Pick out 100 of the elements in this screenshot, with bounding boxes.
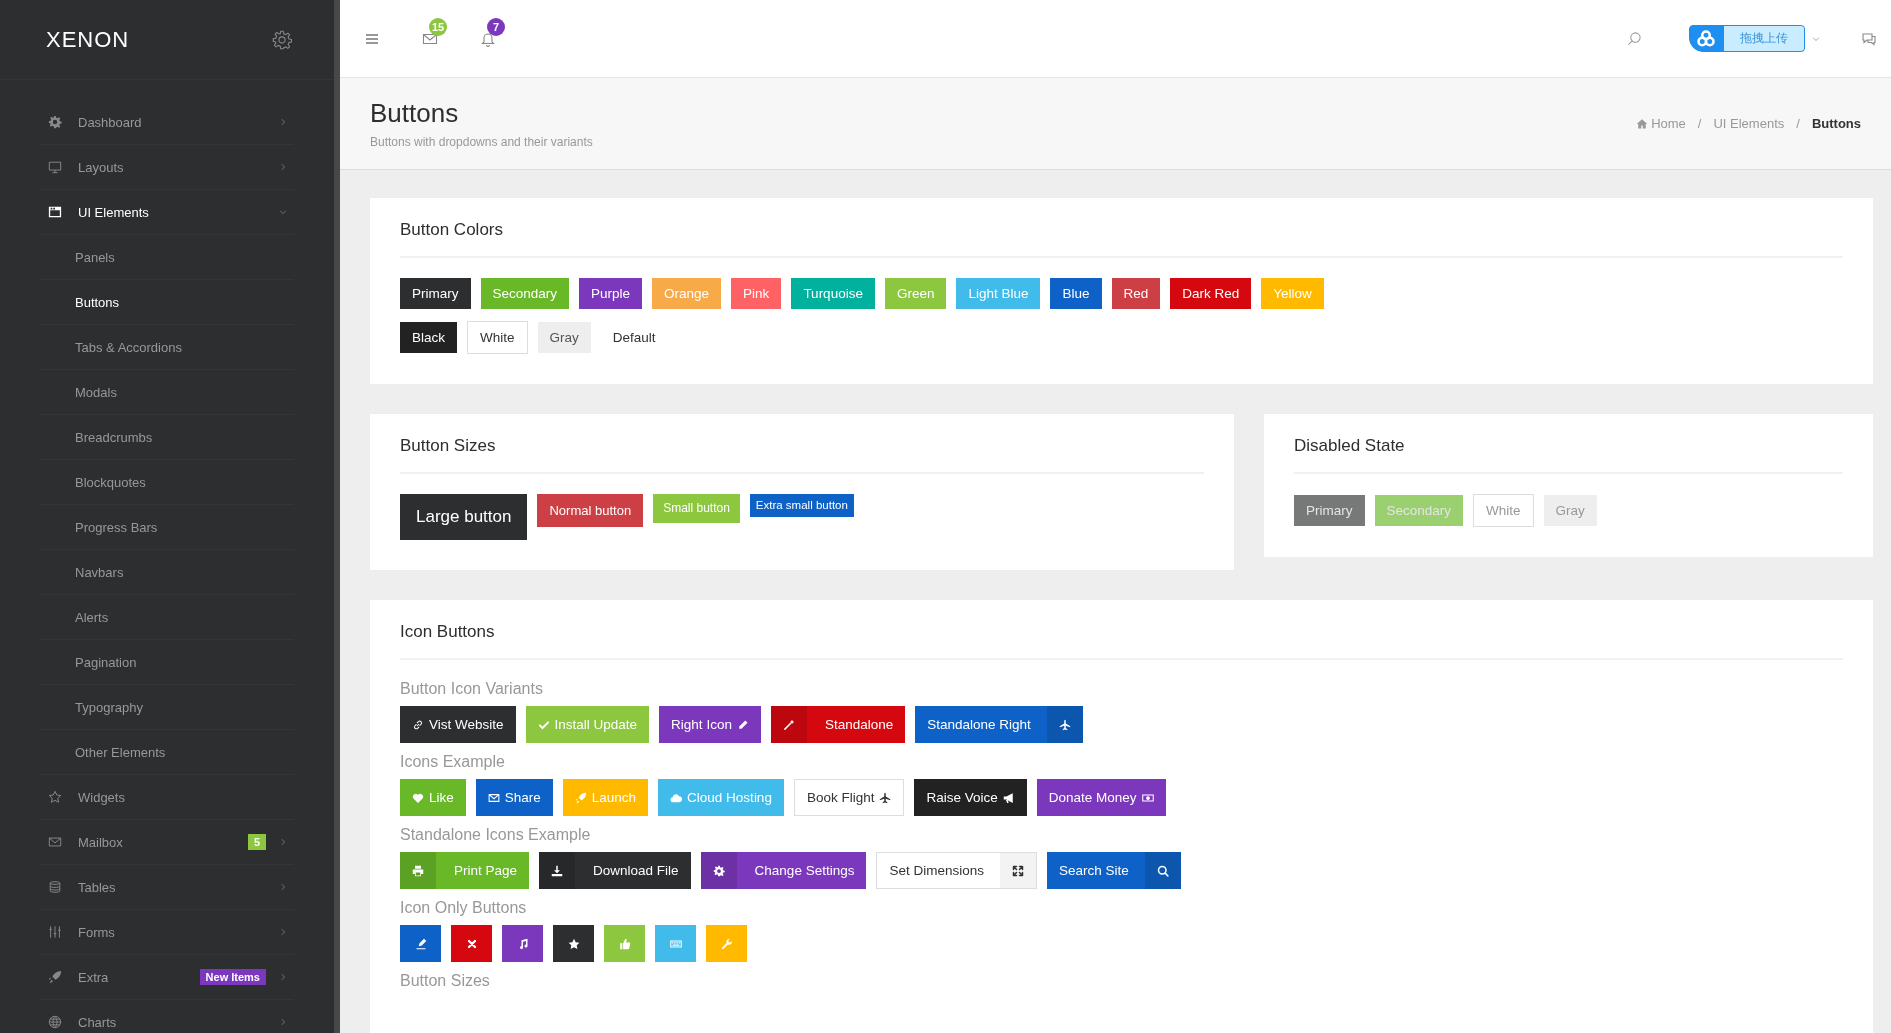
bell-icon[interactable] bbox=[480, 30, 496, 47]
color-button[interactable]: Secondary bbox=[480, 278, 570, 309]
sidebar-item[interactable]: UI Elements bbox=[40, 190, 294, 235]
breadcrumb-separator: / bbox=[1796, 116, 1800, 131]
chevron-icon bbox=[278, 837, 288, 847]
pen-button[interactable] bbox=[400, 925, 441, 962]
panel-title: Button Sizes bbox=[400, 436, 1204, 474]
chevron-icon bbox=[278, 162, 288, 172]
color-button[interactable]: Dark Red bbox=[1170, 278, 1252, 309]
star-icon bbox=[567, 937, 580, 950]
group-heading: Icon Only Buttons bbox=[400, 899, 528, 917]
monitor-icon bbox=[48, 160, 62, 174]
search-icon[interactable] bbox=[1627, 31, 1642, 46]
group-heading: Button Icon Variants bbox=[400, 680, 544, 698]
color-button[interactable]: Primary bbox=[400, 278, 471, 309]
download-icon bbox=[551, 864, 564, 877]
rocket-icon bbox=[574, 791, 587, 804]
chevron-icon bbox=[278, 1017, 288, 1027]
upload-button[interactable]: 拖拽上传 bbox=[1689, 25, 1805, 52]
icon-button[interactable]: Print Page bbox=[400, 852, 530, 889]
sidebar-item[interactable]: Tables bbox=[40, 865, 294, 910]
color-button[interactable]: Pink bbox=[731, 278, 782, 309]
notification-badge: 7 bbox=[487, 17, 505, 36]
chevron-icon bbox=[278, 882, 288, 892]
expand-icon bbox=[1011, 864, 1024, 877]
wand-icon bbox=[782, 718, 795, 731]
color-button[interactable]: Black bbox=[400, 322, 457, 353]
music-note-button[interactable] bbox=[502, 925, 543, 962]
icon-button[interactable]: Donate Money bbox=[1036, 779, 1166, 816]
star-button[interactable] bbox=[553, 925, 594, 962]
sidebar-subitem[interactable]: Blockquotes bbox=[40, 460, 294, 505]
home-icon bbox=[1636, 117, 1649, 130]
sidebar-subitem[interactable]: Progress Bars bbox=[40, 505, 294, 550]
icon-button[interactable]: Vist Website bbox=[400, 706, 516, 743]
thumbs-up-button[interactable] bbox=[604, 925, 645, 962]
icon-button[interactable]: Share bbox=[475, 779, 553, 816]
icon-button[interactable]: Raise Voice bbox=[914, 779, 1027, 816]
group-heading: Standalone Icons Example bbox=[400, 826, 592, 844]
check-icon bbox=[537, 718, 550, 731]
color-button[interactable]: Gray bbox=[537, 322, 591, 353]
chevron-icon bbox=[278, 207, 288, 217]
close-button[interactable] bbox=[451, 925, 492, 962]
notification-badge: 15 bbox=[429, 17, 448, 36]
link-icon bbox=[412, 718, 424, 731]
breadcrumb-link[interactable]: Home bbox=[1651, 116, 1686, 131]
size-button[interactable]: Normal button bbox=[537, 494, 644, 527]
icon-button[interactable]: Like bbox=[400, 779, 466, 816]
sidebar-item[interactable]: Extra New Items bbox=[40, 955, 294, 1000]
sidebar-subitem[interactable]: Pagination bbox=[40, 640, 294, 685]
gear-icon bbox=[712, 864, 725, 877]
sidebar-item[interactable]: Charts bbox=[40, 1000, 294, 1033]
color-button[interactable]: White bbox=[467, 321, 528, 354]
pen-icon bbox=[414, 937, 427, 950]
chevron-icon bbox=[278, 927, 288, 937]
chat-icon[interactable] bbox=[1861, 30, 1877, 47]
sidebar-subitem[interactable]: Other Elements bbox=[40, 730, 294, 775]
sidebar-subitem[interactable]: Buttons bbox=[40, 280, 294, 325]
icon-button[interactable]: Book Flight bbox=[793, 779, 905, 816]
envelope-icon bbox=[487, 791, 500, 804]
icon-button[interactable]: Standalone bbox=[770, 706, 906, 743]
sidebar-subitem[interactable]: Modals bbox=[40, 370, 294, 415]
logo[interactable]: XENON bbox=[46, 26, 130, 53]
panel-title: Button Colors bbox=[400, 220, 1843, 258]
sidebar-subitem[interactable]: Alerts bbox=[40, 595, 294, 640]
icon-button[interactable]: Set Dimensions bbox=[876, 852, 1037, 889]
gear-icon bbox=[48, 115, 62, 129]
color-button[interactable]: Turquoise bbox=[791, 278, 875, 309]
settings-icon[interactable] bbox=[272, 29, 292, 50]
sidebar-item[interactable]: Layouts bbox=[40, 145, 294, 190]
icon-button[interactable]: Change Settings bbox=[700, 852, 867, 889]
sidebar-subitem[interactable]: Tabs & Accordions bbox=[40, 325, 294, 370]
envelope-icon bbox=[48, 835, 62, 849]
count-badge: New Items bbox=[199, 969, 266, 985]
sidebar-item[interactable]: Mailbox 5 bbox=[40, 820, 294, 865]
database-icon bbox=[48, 880, 62, 894]
sidebar-subitem[interactable]: Panels bbox=[40, 235, 294, 280]
icon-button[interactable]: Standalone Right bbox=[915, 706, 1083, 743]
color-button[interactable]: Purple bbox=[579, 278, 643, 309]
icon-button[interactable]: Search Site bbox=[1046, 852, 1181, 889]
breadcrumb-link[interactable]: UI Elements bbox=[1713, 116, 1785, 131]
chevron-icon bbox=[278, 972, 288, 982]
color-button[interactable]: Default bbox=[600, 322, 668, 353]
pencil-icon bbox=[736, 718, 749, 731]
size-button[interactable]: Extra small button bbox=[749, 494, 854, 517]
sidebar-subitem[interactable]: Typography bbox=[40, 685, 294, 730]
globe-icon bbox=[48, 1015, 62, 1029]
printer-icon bbox=[412, 864, 424, 877]
color-button[interactable]: Blue bbox=[1050, 278, 1102, 309]
sidebar-item[interactable]: Forms bbox=[40, 910, 294, 955]
sidebar-subitem[interactable]: Breadcrumbs bbox=[40, 415, 294, 460]
sidebar-item[interactable]: Dashboard bbox=[40, 100, 294, 145]
star-icon bbox=[48, 790, 62, 804]
icon-button[interactable]: Right Icon bbox=[659, 706, 761, 743]
sidebar-item[interactable]: Widgets bbox=[40, 775, 294, 820]
color-button[interactable]: Red bbox=[1111, 278, 1161, 309]
icon-button[interactable]: Download File bbox=[539, 852, 691, 889]
banknote-icon bbox=[1141, 791, 1154, 804]
size-button[interactable]: Large button bbox=[400, 494, 528, 540]
sidebar-subitem[interactable]: Navbars bbox=[40, 550, 294, 595]
page-title: Buttons bbox=[370, 98, 460, 129]
